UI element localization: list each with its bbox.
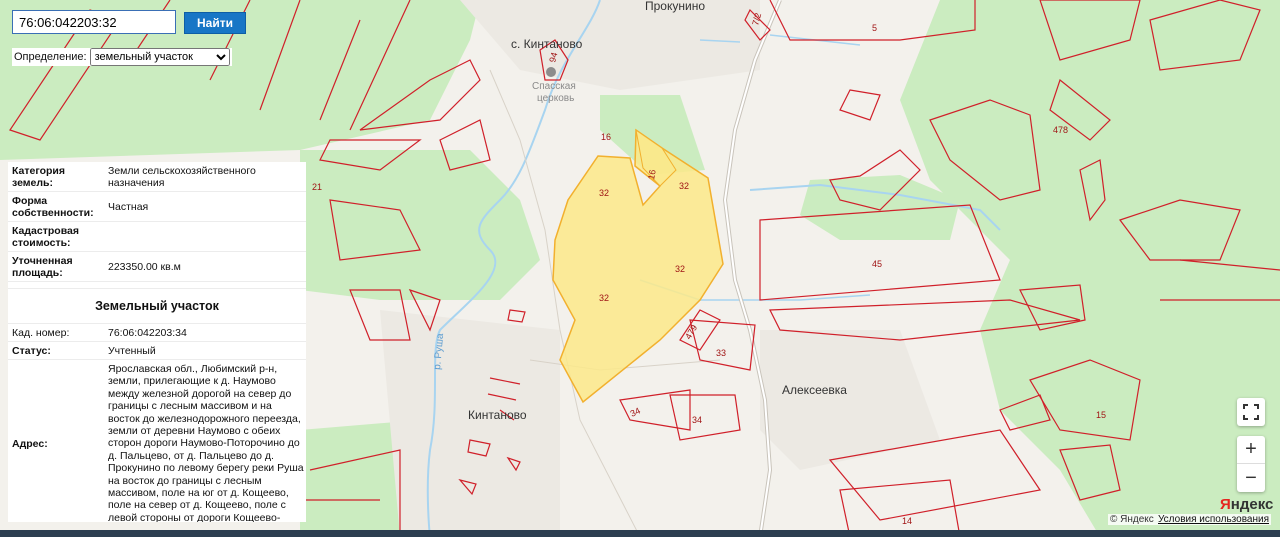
info-key: Уточненная площадь: [12, 255, 73, 279]
info-value: Земли сельскохозяйственного назначения [108, 165, 256, 189]
info-key: Адрес: [12, 437, 48, 450]
definition-label: Определение: [14, 51, 87, 63]
info-value: Ярославская обл., Любимский р-н, земли, … [108, 363, 304, 522]
parcel-number: 16 [601, 132, 611, 142]
cadastral-number-input[interactable] [12, 10, 176, 34]
fullscreen-button[interactable] [1237, 398, 1265, 426]
parcel-number: 5 [872, 23, 877, 33]
info-row-status: Статус: Учтенный [8, 342, 306, 360]
info-panel: Категория земель: Земли сельскохозяйстве… [8, 162, 306, 522]
definition-row: Определение: земельный участок [12, 48, 232, 66]
parcel-number: 45 [872, 259, 882, 269]
yandex-logo-rest: ндекс [1230, 496, 1274, 513]
info-value: Частная [108, 201, 149, 213]
info-key: Форма собственности: [12, 195, 94, 219]
zoom-control: + − [1237, 436, 1265, 492]
search-button[interactable]: Найти [184, 12, 246, 34]
info-row-ownership: Форма собственности: Частная [8, 192, 306, 222]
parcel-number: 16 [646, 169, 658, 181]
label-kintanovo-village: с. Кинтаново [511, 37, 583, 51]
info-row-area: Уточненная площадь: 223350.00 кв.м [8, 252, 306, 282]
info-key: Кад. номер: [12, 327, 70, 339]
zoom-in-button[interactable]: + [1237, 436, 1265, 464]
definition-select[interactable]: земельный участок [89, 48, 230, 66]
info-key: Статус: [12, 345, 51, 357]
parcel-number: 32 [675, 264, 685, 274]
label-kintanovo: Кинтаново [468, 408, 527, 422]
parcel-number: 21 [312, 182, 322, 192]
info-value: 76:06:042203:34 [108, 327, 187, 339]
zoom-out-button[interactable]: − [1237, 464, 1265, 492]
info-value [102, 222, 306, 251]
taskbar [0, 530, 1280, 537]
terms-link[interactable]: Условия использования [1156, 514, 1271, 525]
parcel-number: 15 [1096, 410, 1106, 420]
copyright: © Яндекс [1108, 514, 1156, 525]
info-row-address: Адрес: Ярославская обл., Любимский р-н, … [8, 360, 306, 522]
parcel-number: 32 [599, 188, 609, 198]
parcel-number: 32 [679, 181, 689, 191]
label-alekseevka: Алексеевка [782, 383, 847, 397]
info-value: 223350.00 кв.м [108, 261, 181, 273]
parcel-number: 14 [902, 516, 912, 526]
section-title: Земельный участок [8, 289, 306, 324]
info-row-cadastral-value: Кадастровая стоимость: [8, 222, 306, 252]
parcel-number: 33 [716, 348, 726, 358]
yandex-logo-first: Я [1220, 496, 1231, 513]
info-row-cad-number: Кад. номер: 76:06:042203:34 [8, 324, 306, 342]
info-row-category: Категория земель: Земли сельскохозяйстве… [8, 162, 306, 192]
label-church-line1: Спасская [532, 81, 576, 92]
label-prokunino: Прокунино [645, 0, 705, 13]
parcel-number: 32 [599, 293, 609, 303]
fullscreen-icon [1243, 404, 1259, 420]
parcel-number: 478 [1053, 125, 1068, 135]
info-value: Учтенный [108, 345, 156, 357]
info-key: Категория земель: [12, 165, 66, 189]
label-church-line2: церковь [537, 93, 574, 104]
info-key: Кадастровая стоимость: [12, 225, 79, 249]
parcel-number: 34 [692, 415, 702, 425]
yandex-logo[interactable]: Яндекс [1220, 496, 1273, 513]
